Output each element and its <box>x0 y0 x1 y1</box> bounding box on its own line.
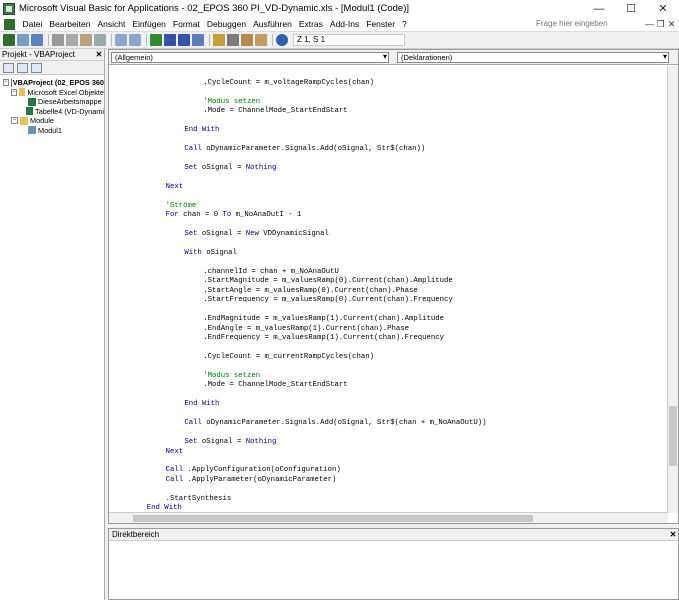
object-browser-icon[interactable] <box>241 34 253 46</box>
doc-restore-button[interactable]: ❐ <box>655 19 666 30</box>
project-tree: − VBAProject (02_EPOS 360− Microsoft Excel… <box>0 75 104 135</box>
code-line[interactable]: Next <box>166 182 184 192</box>
help-icon[interactable] <box>276 34 288 46</box>
project-explorer: Projekt - VBAProject ✕ − VBAProject (02_E… <box>0 49 105 600</box>
tree-item-label: Modul1 <box>38 125 62 135</box>
tree-item[interactable]: Modul1 <box>0 126 104 136</box>
menu-bar: Datei Bearbeiten Ansicht Einfügen Format… <box>0 17 679 32</box>
menu-bearbeiten[interactable]: Bearbeiten <box>46 19 94 29</box>
code-line[interactable]: With oSignal <box>184 248 237 258</box>
procedure-combo[interactable]: (Deklarationen) <box>397 51 669 63</box>
menu-einfuegen[interactable]: Einfügen <box>129 19 170 29</box>
code-line[interactable]: Set oSignal = Nothing <box>184 437 276 447</box>
cursor-position: Z 1, S 1 <box>293 34 405 46</box>
toggle-folders-icon[interactable] <box>31 62 42 73</box>
tree-item-label: VBAProject (02_EPOS 360 <box>12 78 104 88</box>
code-line[interactable]: Call oDynamicParameter.Signals.Add(oSign… <box>184 144 425 154</box>
sheet-icon <box>28 97 36 106</box>
immediate-title: Direktbereich <box>112 530 160 539</box>
title-bar: Microsoft Visual Basic for Applications … <box>0 0 679 17</box>
menu-datei[interactable]: Datei <box>19 19 46 29</box>
help-search-input[interactable]: Frage hier eingeben <box>533 18 641 30</box>
code-line[interactable]: End With <box>184 399 219 409</box>
vba-app-icon <box>3 2 15 15</box>
menu-format[interactable]: Format <box>169 19 203 29</box>
code-line[interactable]: Call oDynamicParameter.Signals.Add(oSign… <box>184 418 486 428</box>
vertical-scrollbar[interactable] <box>667 66 678 513</box>
tree-item[interactable]: Tabelle4 (VD-Dynami <box>0 107 104 117</box>
code-line[interactable]: .CycleCount = m_voltageRampCycles(chan) <box>203 78 374 88</box>
minimize-button[interactable]: — <box>583 0 615 17</box>
sheet-icon <box>26 107 34 116</box>
project-panel-title: Projekt - VBAProject <box>2 50 75 59</box>
code-line[interactable]: .StartFrequency = m_valuesRamp(0).Curren… <box>203 295 453 305</box>
menu-ausfuehren[interactable]: Ausführen <box>250 19 296 29</box>
project-close-icon[interactable]: ✕ <box>94 49 104 60</box>
window-title: Microsoft Visual Basic for Applications … <box>19 3 410 14</box>
code-line[interactable]: For chan = 0 To m_NoAnaOutI - 1 <box>166 210 302 220</box>
properties-icon[interactable] <box>227 34 239 46</box>
close-button[interactable]: ✕ <box>647 0 679 17</box>
expand-toggle-icon[interactable]: − <box>3 79 9 87</box>
cut-icon[interactable] <box>52 34 64 46</box>
design-mode-icon[interactable] <box>192 34 204 46</box>
menu-fenster[interactable]: Fenster <box>363 19 399 29</box>
tree-item-label: Module <box>30 116 54 126</box>
code-line[interactable]: Next <box>166 447 184 457</box>
tree-item[interactable]: − Module <box>0 116 104 126</box>
tree-item[interactable]: − VBAProject (02_EPOS 360 <box>0 78 104 88</box>
doc-close-button[interactable]: ✕ <box>666 19 677 30</box>
project-explorer-icon[interactable] <box>213 34 225 46</box>
module-icon <box>28 126 36 135</box>
toolbox-icon[interactable] <box>255 34 267 46</box>
view-object-icon[interactable] <box>17 62 28 73</box>
find-icon[interactable] <box>94 34 106 46</box>
code-line[interactable]: .CycleCount = m_currentRampCycles(chan) <box>203 352 374 362</box>
folder-icon <box>20 116 28 125</box>
view-excel-icon[interactable] <box>3 34 15 46</box>
menu-debuggen[interactable]: Debuggen <box>203 19 249 29</box>
code-line[interactable]: Set oSignal = Nothing <box>184 163 276 173</box>
maximize-button[interactable]: ☐ <box>615 0 647 17</box>
code-line[interactable]: End With <box>184 125 219 135</box>
tree-item-label: Microsoft Excel Objekte <box>27 87 104 97</box>
code-window: (Allgemein) (Deklarationen) .CycleCount … <box>108 49 679 524</box>
tree-item-label: Tabelle4 (VD-Dynami <box>35 106 104 116</box>
doc-minimize-button[interactable]: — <box>644 19 655 30</box>
run-icon[interactable] <box>150 34 162 46</box>
expand-toggle-icon[interactable]: − <box>11 117 18 125</box>
insert-module-icon[interactable] <box>17 34 29 46</box>
horizontal-scroll-thumb[interactable] <box>133 515 533 522</box>
tree-item[interactable]: DieseArbeitsmappe <box>0 97 104 107</box>
expand-toggle-icon[interactable]: − <box>11 88 17 96</box>
reset-icon[interactable] <box>178 34 190 46</box>
immediate-window[interactable]: Direktbereich ✕ <box>108 528 679 600</box>
folder-icon <box>18 88 26 97</box>
save-icon[interactable] <box>31 34 43 46</box>
object-combo[interactable]: (Allgemein) <box>111 51 389 63</box>
code-editor[interactable]: .CycleCount = m_voltageRampCycles(chan) '… <box>109 66 668 513</box>
standard-toolbar: Z 1, S 1 <box>0 32 679 49</box>
menu-help[interactable]: ? <box>399 19 411 29</box>
tree-item-label: DieseArbeitsmappe <box>38 97 102 107</box>
undo-icon[interactable] <box>115 34 127 46</box>
redo-icon[interactable] <box>129 34 141 46</box>
tree-item[interactable]: − Microsoft Excel Objekte <box>0 88 104 98</box>
code-line[interactable]: .Mode = ChannelMode_StartEndStart <box>203 380 348 390</box>
code-line[interactable]: .Mode = ChannelMode_StartEndStart <box>203 106 348 116</box>
paste-icon[interactable] <box>80 34 92 46</box>
vba-menu-icon[interactable] <box>4 18 15 30</box>
copy-icon[interactable] <box>66 34 78 46</box>
code-line[interactable]: Set oSignal = New VDDynamicSignal <box>184 229 329 239</box>
code-line[interactable]: .EndFrequency = m_valuesRamp(1).Current(… <box>203 333 444 343</box>
code-line[interactable]: Call .ApplyParameter(oDynamicParameter) <box>166 475 337 485</box>
menu-ansicht[interactable]: Ansicht <box>94 19 129 29</box>
vertical-scroll-thumb[interactable] <box>669 406 677 466</box>
immediate-close-icon[interactable]: ✕ <box>668 529 678 540</box>
menu-extras[interactable]: Extras <box>295 19 326 29</box>
break-icon[interactable] <box>164 34 176 46</box>
menu-add-ins[interactable]: Add-Ins <box>326 19 362 29</box>
view-code-icon[interactable] <box>3 62 14 73</box>
horizontal-scrollbar[interactable] <box>109 512 668 523</box>
